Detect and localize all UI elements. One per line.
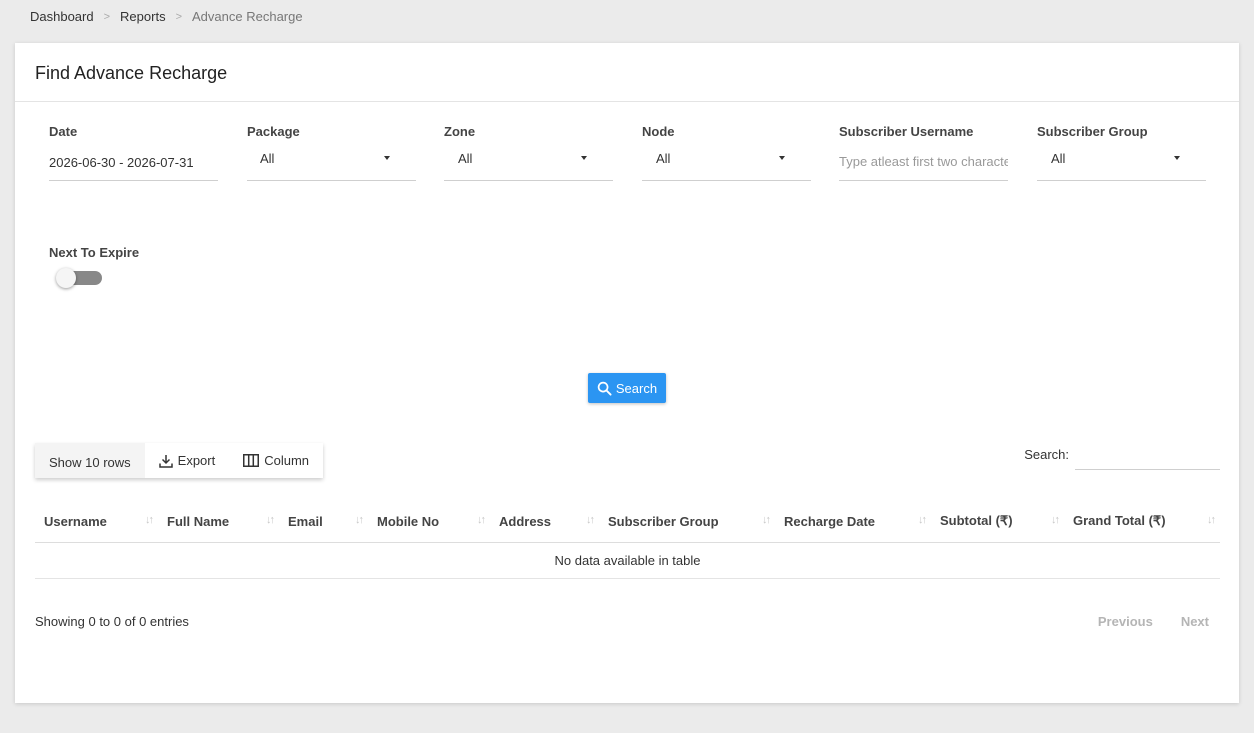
caret-down-icon — [1174, 156, 1180, 160]
toggle-knob — [56, 268, 76, 288]
subscriber-group-value: All — [1051, 151, 1066, 166]
next-page-button[interactable]: Next — [1181, 614, 1209, 629]
node-label: Node — [642, 124, 675, 139]
next-to-expire-toggle[interactable] — [56, 268, 102, 288]
date-range-value: 2026-06-30 - 2026-07-31 — [49, 155, 194, 170]
table-search-label: Search: — [1024, 447, 1069, 462]
sort-icon: ↓↑ — [1051, 514, 1060, 526]
search-button-label: Search — [615, 380, 658, 396]
caret-down-icon — [384, 156, 390, 160]
sort-icon: ↓↑ — [1207, 514, 1216, 526]
column-header-full-name[interactable]: Full Name ↓↑ — [158, 501, 279, 543]
export-label: Export — [177, 453, 216, 468]
node-value: All — [656, 151, 671, 166]
column-header-email[interactable]: Email ↓↑ — [279, 501, 368, 543]
table-toolbar: Show 10 rows Export Column — [35, 443, 324, 478]
breadcrumb-separator: > — [103, 10, 111, 23]
subscriber-group-filter: Subscriber Group All — [1037, 124, 1206, 181]
sort-icon: ↓↑ — [145, 514, 154, 526]
package-select[interactable]: All — [247, 151, 416, 181]
date-range-input[interactable]: 2026-06-30 - 2026-07-31 — [49, 151, 218, 181]
column-label: Column — [264, 453, 310, 468]
breadcrumb-current: Advance Recharge — [192, 9, 303, 24]
sort-icon: ↓↑ — [477, 514, 486, 526]
table-header-row: Username ↓↑ Full Name ↓↑ Email ↓↑ Mobile No… — [35, 501, 1220, 543]
sort-icon: ↓↑ — [762, 514, 771, 526]
show-rows-label: Show 10 rows — [49, 455, 131, 470]
table-row: No data available in table — [35, 542, 1220, 579]
column-header-mobile-no[interactable]: Mobile No ↓↑ — [368, 501, 490, 543]
column-button[interactable]: Column — [229, 443, 324, 478]
page-title: Find Advance Recharge — [35, 63, 228, 83]
sort-icon: ↓↑ — [355, 514, 364, 526]
subscriber-username-filter: Subscriber Username — [839, 124, 1008, 181]
table-search-input[interactable] — [1075, 439, 1220, 470]
sort-icon: ↓↑ — [918, 514, 927, 526]
caret-down-icon — [581, 156, 587, 160]
zone-label: Zone — [444, 124, 476, 139]
zone-value: All — [458, 151, 473, 166]
empty-table-message: No data available in table — [35, 542, 1220, 579]
download-icon — [158, 454, 173, 468]
breadcrumb-reports[interactable]: Reports — [120, 9, 166, 24]
sort-icon: ↓↑ — [266, 514, 275, 526]
card-header: Find Advance Recharge — [15, 43, 1239, 102]
results-table: Username ↓↑ Full Name ↓↑ Email ↓↑ Mobile No… — [35, 501, 1220, 579]
next-to-expire-label: Next To Expire — [49, 245, 140, 260]
show-rows-button[interactable]: Show 10 rows — [35, 443, 145, 478]
zone-filter: Zone All — [444, 124, 613, 181]
subscriber-username-field — [839, 151, 1008, 181]
table-info: Showing 0 to 0 of 0 entries — [35, 614, 189, 629]
subscriber-username-input[interactable] — [839, 154, 1008, 169]
sort-icon: ↓↑ — [586, 514, 595, 526]
subscriber-username-label: Subscriber Username — [839, 124, 974, 139]
date-label: Date — [49, 124, 78, 139]
pagination: Previous Next — [1098, 614, 1209, 629]
column-header-subtotal[interactable]: Subtotal (₹) ↓↑ — [931, 501, 1064, 543]
date-filter: Date 2026-06-30 - 2026-07-31 — [49, 124, 218, 181]
column-header-subscriber-group[interactable]: Subscriber Group ↓↑ — [599, 501, 775, 543]
filter-card: Find Advance Recharge Date 2026-06-30 - … — [15, 43, 1239, 703]
package-filter: Package All — [247, 124, 416, 181]
node-select[interactable]: All — [642, 151, 811, 181]
zone-select[interactable]: All — [444, 151, 613, 181]
export-button[interactable]: Export — [144, 443, 230, 478]
caret-down-icon — [779, 156, 785, 160]
table-search: Search: — [1024, 439, 1220, 470]
previous-page-button[interactable]: Previous — [1098, 614, 1153, 629]
breadcrumb: Dashboard > Reports > Advance Recharge — [30, 9, 303, 24]
package-label: Package — [247, 124, 300, 139]
breadcrumb-separator: > — [175, 10, 183, 23]
column-header-recharge-date[interactable]: Recharge Date ↓↑ — [775, 501, 931, 543]
subscriber-group-select[interactable]: All — [1037, 151, 1206, 181]
search-icon — [597, 381, 612, 396]
column-header-address[interactable]: Address ↓↑ — [490, 501, 599, 543]
column-header-grand-total[interactable]: Grand Total (₹) ↓↑ — [1064, 501, 1220, 543]
column-header-username[interactable]: Username ↓↑ — [35, 501, 158, 543]
subscriber-group-label: Subscriber Group — [1037, 124, 1148, 139]
search-button[interactable]: Search — [588, 373, 666, 403]
package-value: All — [260, 151, 275, 166]
node-filter: Node All — [642, 124, 811, 181]
breadcrumb-dashboard[interactable]: Dashboard — [30, 9, 94, 24]
columns-icon — [243, 454, 260, 467]
